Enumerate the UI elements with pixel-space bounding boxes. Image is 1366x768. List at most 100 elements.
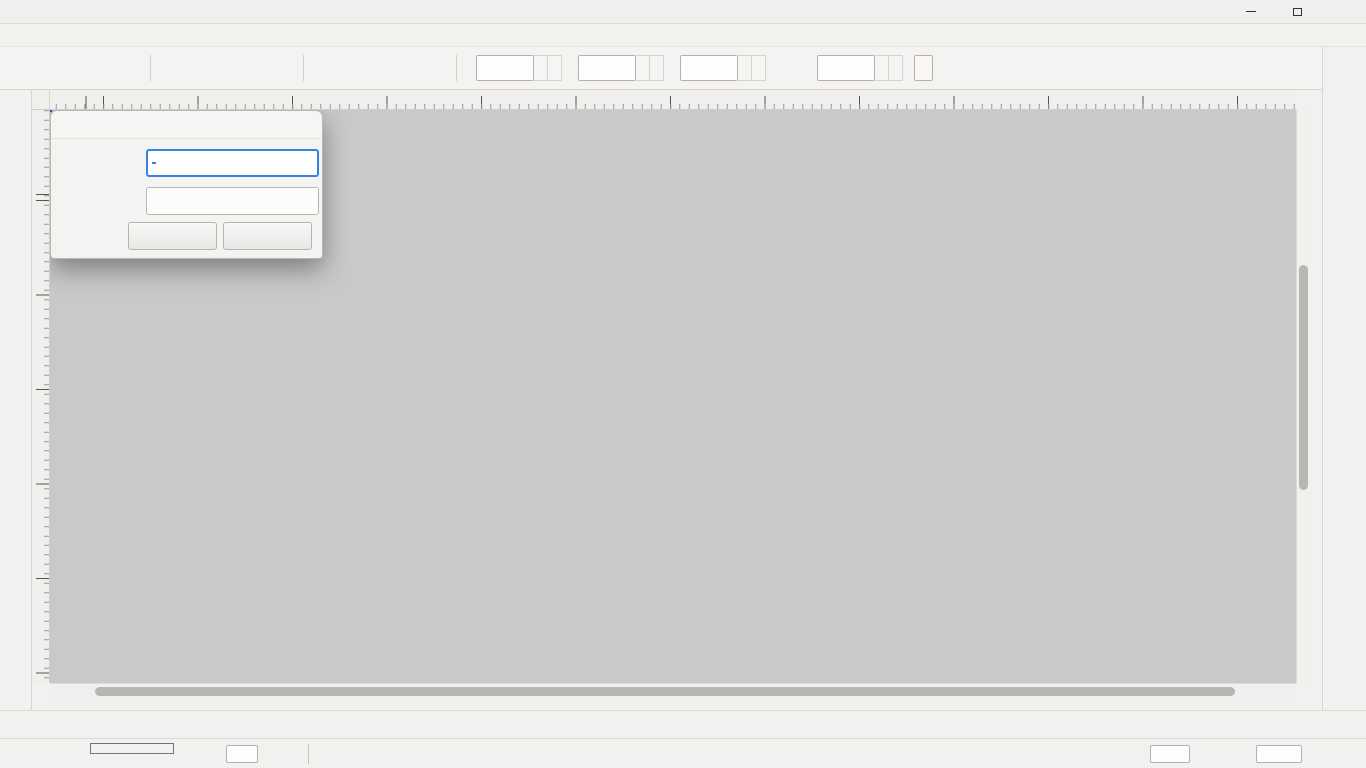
layer-visibility-icon[interactable] (324, 746, 344, 766)
scale-stroke-toggle[interactable] (1098, 51, 1133, 86)
lock-icon (33, 92, 48, 107)
rotate-cw-button[interactable] (192, 51, 227, 86)
x-increment[interactable] (548, 55, 562, 81)
horizontal-scrollbar[interactable] (50, 683, 1296, 698)
flip-horizontal-button[interactable] (227, 51, 262, 86)
maximize-icon (1293, 8, 1302, 16)
palette-scroll-down-button[interactable] (1330, 714, 1356, 736)
maximize-button[interactable] (1274, 0, 1320, 23)
rotate-ccw-button[interactable] (157, 51, 192, 86)
layer-position-dropdown[interactable] (146, 187, 319, 215)
collapse-panel-button[interactable] (1330, 55, 1360, 85)
select-all-button[interactable] (4, 51, 39, 86)
selection-box-icon (117, 58, 137, 78)
x-field (466, 55, 562, 81)
lower-to-bottom-button[interactable] (415, 51, 450, 86)
raise-to-top-button[interactable] (310, 51, 345, 86)
selector-toolbar (0, 47, 1366, 90)
scale-corners-icon (1141, 58, 1161, 78)
palette-scroll-up-button[interactable] (1296, 714, 1322, 736)
layer-indicator (316, 746, 374, 766)
lower-to-bottom-icon (423, 58, 443, 78)
x-decrement[interactable] (534, 55, 548, 81)
ruler-top[interactable] (50, 90, 1296, 110)
x-input[interactable] (476, 55, 534, 81)
fill-swatch[interactable] (90, 743, 174, 754)
unit-dropdown[interactable] (914, 55, 933, 81)
add-button[interactable] (223, 222, 312, 250)
menubar (0, 24, 1366, 47)
flip-vertical-icon (270, 58, 290, 78)
move-gradients-toggle[interactable] (1168, 51, 1203, 86)
lock-ratio-button[interactable] (769, 51, 804, 86)
window-controls (1228, 0, 1366, 23)
separator (456, 55, 457, 81)
zoom-input[interactable] (1150, 745, 1190, 763)
raise-to-top-icon (318, 58, 338, 78)
canvas[interactable] (50, 110, 1296, 683)
rotation-input[interactable] (1256, 745, 1302, 763)
opacity-control (222, 745, 280, 763)
no-paint-icon[interactable] (3, 746, 18, 761)
ruler-corner[interactable] (32, 90, 50, 110)
width-increment[interactable] (752, 55, 766, 81)
layer-name-row (59, 149, 319, 177)
select-all-layers-icon (47, 58, 67, 78)
separator (308, 744, 309, 764)
add-layer-dialog (50, 110, 323, 259)
lower-button[interactable] (380, 51, 415, 86)
toolbox (0, 90, 32, 710)
width-input[interactable] (680, 55, 738, 81)
commands-panel (1322, 47, 1366, 710)
horizontal-scrollbar-thumb[interactable] (95, 687, 1235, 696)
deselect-button[interactable] (74, 51, 109, 86)
transform-affect-toggles (1098, 51, 1238, 86)
close-button[interactable] (1320, 0, 1366, 23)
select-all-icon (12, 58, 32, 78)
minimize-button[interactable] (1228, 0, 1274, 23)
palette-strip (2, 713, 1284, 737)
color-management-icon (1298, 681, 1318, 701)
ruler-left[interactable] (32, 110, 50, 683)
opacity-input[interactable] (226, 745, 258, 763)
select-all-layers-button[interactable] (39, 51, 74, 86)
y-decrement[interactable] (636, 55, 650, 81)
width-field (670, 55, 766, 81)
layer-name-input[interactable] (146, 149, 319, 177)
selected-text (152, 162, 156, 164)
height-field (807, 55, 903, 81)
height-input[interactable] (817, 55, 875, 81)
move-patterns-toggle[interactable] (1203, 51, 1238, 86)
dialog-buttons (51, 222, 322, 250)
snap-rotation-button[interactable] (1296, 56, 1318, 78)
y-increment[interactable] (650, 55, 664, 81)
dialog-titlebar[interactable] (51, 111, 322, 139)
y-input[interactable] (578, 55, 636, 81)
vertical-scrollbar[interactable] (1296, 110, 1310, 683)
flip-horizontal-icon (235, 58, 255, 78)
width-decrement[interactable] (738, 55, 752, 81)
cancel-button[interactable] (128, 222, 217, 250)
minimize-icon (1246, 11, 1256, 12)
zoom-control (1146, 745, 1212, 763)
inkscape-window (0, 0, 1366, 768)
color-management-button[interactable] (1298, 681, 1318, 701)
height-increment[interactable] (889, 55, 903, 81)
raise-button[interactable] (345, 51, 380, 86)
lock-open-icon (777, 58, 797, 78)
flip-vertical-button[interactable] (262, 51, 297, 86)
selection-box-toggle[interactable] (109, 51, 144, 86)
cursor-coordinates (1072, 742, 1112, 768)
height-decrement[interactable] (875, 55, 889, 81)
statusbar (0, 738, 1366, 768)
scale-corners-toggle[interactable] (1133, 51, 1168, 86)
snap-rotate-icon (1296, 56, 1318, 78)
palette-row (0, 710, 1366, 738)
layer-lock-icon[interactable] (354, 746, 374, 766)
scale-stroke-icon (1106, 58, 1126, 78)
inkscape-logo-icon (6, 4, 22, 20)
dialog-logo-icon (59, 117, 74, 132)
move-gradients-icon (1176, 58, 1196, 78)
arrow-left-icon (1335, 60, 1355, 80)
vertical-scrollbar-thumb[interactable] (1299, 265, 1308, 490)
